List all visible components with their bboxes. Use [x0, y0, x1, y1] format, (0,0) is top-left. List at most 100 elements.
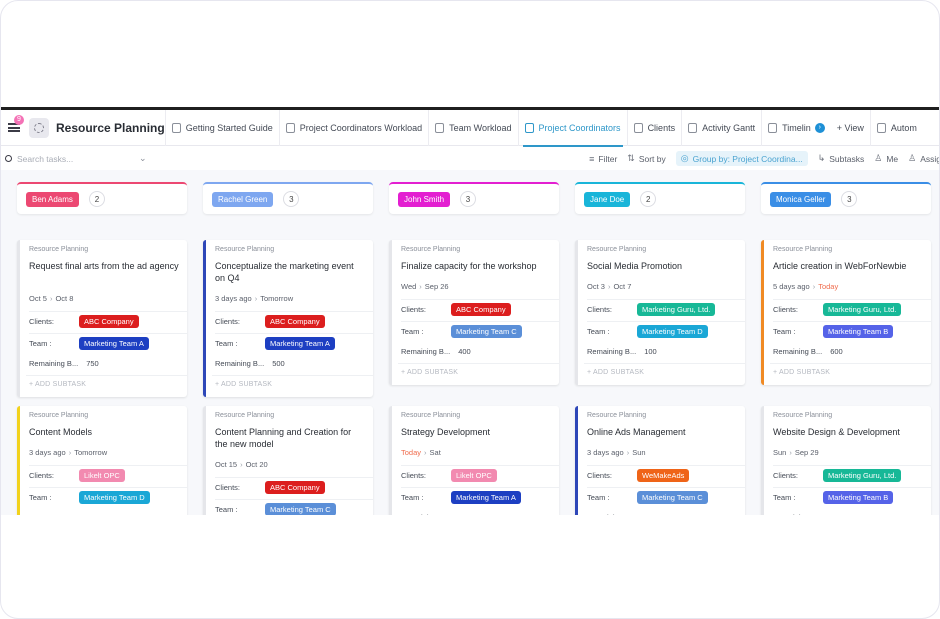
task-card[interactable]: Resource Planning Social Media Promotion O…: [575, 240, 745, 385]
filter-button[interactable]: ≡ Filter: [589, 154, 617, 164]
client-tag[interactable]: Marketing Guru, Ltd.: [823, 303, 902, 316]
client-tag[interactable]: Marketing Guru, Ltd.: [637, 303, 716, 316]
clients-field: Clients: ABC Company: [401, 299, 559, 319]
date-separator-icon: ›: [240, 460, 243, 469]
robot-icon: [876, 122, 886, 133]
team-tag[interactable]: Marketing Team C: [637, 491, 708, 504]
card-dates: Oct 5 › Oct 8: [29, 294, 73, 303]
task-card[interactable]: Resource Planning Content Planning and Cr…: [203, 406, 373, 515]
tab-activity-gantt[interactable]: Activity Gantt: [681, 110, 761, 146]
card-list-name: Resource Planning: [587, 246, 647, 253]
clients-field: Clients: Likelt OPC: [401, 465, 559, 485]
client-tag[interactable]: Likelt OPC: [451, 469, 497, 482]
automate-button[interactable]: Autom: [869, 110, 923, 146]
add-subtask-button[interactable]: + ADD SUBTASK: [401, 369, 458, 376]
tab-timeline[interactable]: Timelin ›: [761, 110, 831, 146]
workload-icon: [285, 122, 295, 133]
remaining-budget-field: Remaining B... 700: [587, 513, 657, 515]
task-card[interactable]: Resource Planning Online Ads Management 3 …: [575, 406, 745, 515]
tab-project-coordinators-workload[interactable]: Project Coordinators Workload: [278, 110, 428, 146]
card-dates: 5 days ago › Today: [773, 282, 838, 291]
task-card[interactable]: Resource Planning Finalize capacity for t…: [389, 240, 559, 385]
card-title[interactable]: Conceptualize the marketing event on Q4: [215, 260, 365, 284]
assignee-pill[interactable]: Ben Adams: [26, 191, 79, 207]
subtasks-button[interactable]: ↳ Subtasks: [818, 153, 865, 164]
client-tag[interactable]: ABC Company: [451, 303, 511, 316]
assignee-pill[interactable]: John Smith: [398, 191, 451, 207]
card-title[interactable]: Strategy Development: [401, 426, 551, 438]
date-start: Oct 3: [587, 282, 605, 291]
tab-label: Project Coordinators: [538, 122, 621, 133]
card-list-name: Resource Planning: [773, 412, 833, 419]
field-label: Remaining B...: [401, 347, 451, 356]
add-subtask-button[interactable]: + ADD SUBTASK: [773, 369, 830, 376]
add-view-button[interactable]: + View: [831, 110, 870, 146]
team-tag[interactable]: Marketing Team D: [79, 491, 150, 504]
date-start: 3 days ago: [29, 448, 66, 457]
card-title[interactable]: Finalize capacity for the workshop: [401, 260, 551, 272]
task-card[interactable]: Resource Planning Strategy Development Tod…: [389, 406, 559, 515]
date-end: Today: [818, 282, 839, 291]
team-tag[interactable]: Marketing Team A: [79, 337, 149, 350]
doc-icon: [171, 122, 181, 133]
client-tag[interactable]: ABC Company: [79, 315, 139, 328]
clients-field: Clients: Marketing Guru, Ltd.: [773, 299, 931, 319]
team-tag[interactable]: Marketing Team A: [451, 491, 521, 504]
chevron-down-icon[interactable]: ⌄: [139, 153, 147, 164]
add-subtask-button[interactable]: + ADD SUBTASK: [215, 381, 272, 388]
tab-team-workload[interactable]: Team Workload: [428, 110, 517, 146]
assignee-pill[interactable]: Monica Geller: [770, 191, 832, 207]
subtasks-label: Subtasks: [829, 153, 865, 164]
remaining-budget-field: Remaining B... 300: [773, 513, 843, 515]
group-by-button[interactable]: ◎ Group by: Project Coordina...: [675, 151, 808, 166]
tab-getting-started-guide[interactable]: Getting Started Guide: [164, 110, 279, 146]
client-tag[interactable]: ABC Company: [265, 481, 325, 494]
card-title[interactable]: Social Media Promotion: [587, 260, 737, 272]
tab-project-coordinators[interactable]: Project Coordinators: [517, 110, 627, 147]
client-tag[interactable]: WeMakeAds: [637, 469, 690, 482]
assignees-button[interactable]: ♙ Assig: [908, 153, 939, 164]
client-tag[interactable]: ABC Company: [265, 315, 325, 328]
team-tag[interactable]: Marketing Team C: [265, 503, 336, 515]
add-subtask-button[interactable]: + ADD SUBTASK: [29, 381, 86, 388]
date-end: Sat: [429, 448, 441, 457]
client-tag[interactable]: Marketing Guru, Ltd.: [823, 469, 902, 482]
space-icon[interactable]: [29, 117, 49, 138]
card-dates: Today › Sat: [401, 448, 441, 457]
card-list-name: Resource Planning: [401, 412, 461, 419]
card-title[interactable]: Online Ads Management: [587, 426, 737, 438]
menu-button[interactable]: 9: [3, 114, 25, 139]
client-tag[interactable]: Likelt OPC: [79, 469, 125, 482]
add-subtask-button[interactable]: + ADD SUBTASK: [587, 369, 644, 376]
date-separator-icon: ›: [626, 448, 630, 457]
me-button[interactable]: ♙ Me: [874, 153, 898, 164]
assignee-pill[interactable]: Jane Doe: [584, 191, 631, 207]
team-tag[interactable]: Marketing Team D: [637, 325, 708, 338]
card-title[interactable]: Request final arts from the ad agency: [29, 260, 179, 272]
automate-label: Autom: [890, 122, 917, 133]
sort-button[interactable]: ⇅ Sort by: [627, 153, 665, 164]
team-tag[interactable]: Marketing Team C: [451, 325, 522, 338]
team-tag[interactable]: Marketing Team A: [265, 337, 335, 350]
card-title[interactable]: Content Models: [29, 426, 179, 438]
date-end: Oct 20: [245, 460, 268, 469]
more-tabs-icon[interactable]: ›: [814, 122, 825, 133]
search-input[interactable]: Search tasks...: [17, 154, 139, 164]
card-title[interactable]: Content Planning and Creation for the ne…: [215, 426, 365, 450]
card-title[interactable]: Website Design & Development: [773, 426, 923, 438]
card-title[interactable]: Article creation in WebForNewbie: [773, 260, 923, 272]
clients-field: Clients: Likelt OPC: [29, 465, 187, 485]
assignee-pill[interactable]: Rachel Green: [212, 191, 274, 207]
clients-field: Clients: Marketing Guru, Ltd.: [773, 465, 931, 485]
task-card[interactable]: Resource Planning Website Design & Develo…: [761, 406, 931, 515]
task-card[interactable]: Resource Planning Conceptualize the marke…: [203, 240, 373, 397]
tab-clients[interactable]: Clients: [626, 110, 682, 146]
column-header: Ben Adams 2: [17, 182, 187, 214]
team-tag[interactable]: Marketing Team B: [823, 325, 894, 338]
search-box[interactable]: Search tasks... ⌄: [5, 153, 147, 164]
task-card[interactable]: Resource Planning Request final arts from…: [17, 240, 187, 397]
team-tag[interactable]: Marketing Team B: [823, 491, 894, 504]
date-start: Oct 15: [215, 460, 238, 469]
task-card[interactable]: Resource Planning Content Models 3 days ag…: [17, 406, 187, 515]
task-card[interactable]: Resource Planning Article creation in Web…: [761, 240, 931, 385]
